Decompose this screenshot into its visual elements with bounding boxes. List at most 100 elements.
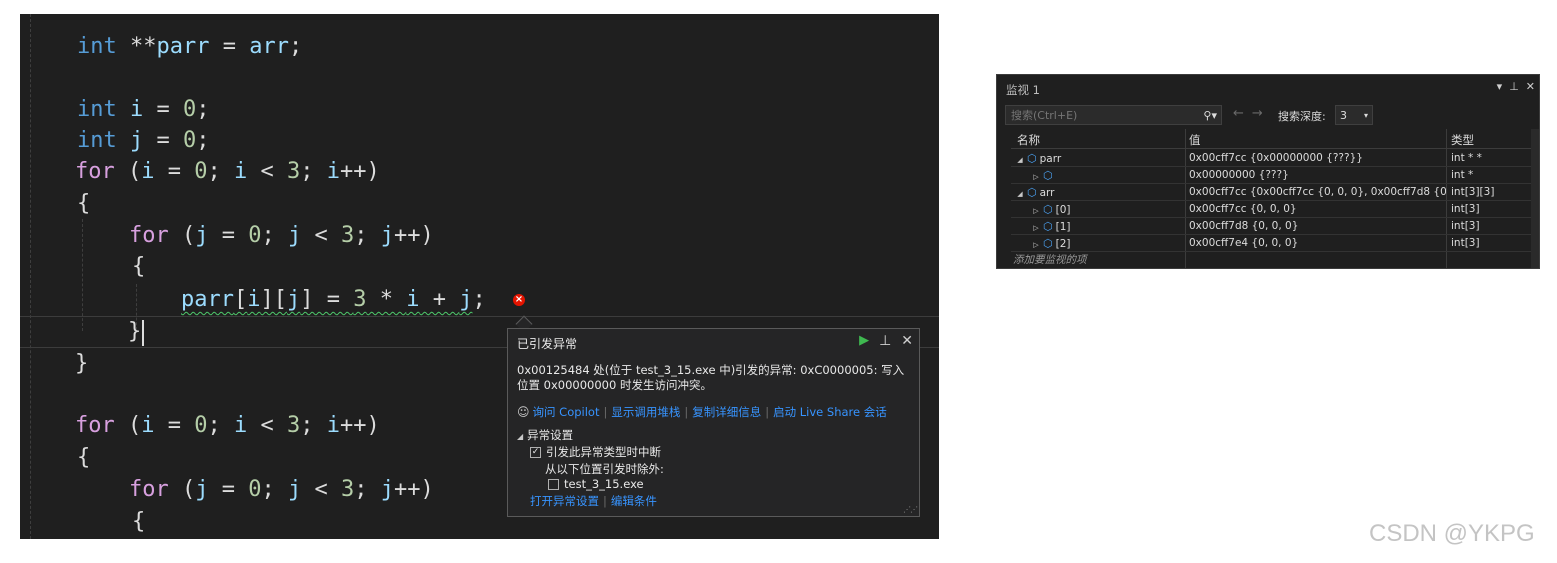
- watch-cell-value[interactable]: 0x00cff7cc {0x00cff7cc {0, 0, 0}, 0x00cf…: [1189, 185, 1446, 200]
- code-token: 3: [287, 159, 301, 184]
- code-token: 3: [287, 413, 301, 438]
- code-token: =: [154, 413, 195, 438]
- watch-search[interactable]: ⚲▾: [1005, 105, 1222, 125]
- code-line[interactable]: {: [77, 442, 90, 474]
- collapse-triangle-icon[interactable]: ◢: [517, 432, 523, 441]
- code-token: *: [366, 287, 407, 312]
- dropdown-icon[interactable]: ▾: [1497, 80, 1503, 93]
- code-editor[interactable]: int **parr = arr; int i = 0; int j = 0; for…: [20, 14, 939, 539]
- chevron-down-icon: ▾: [1363, 110, 1368, 120]
- variable-icon: ⬡: [1043, 203, 1053, 216]
- open-exception-settings-link[interactable]: 打开异常设置: [530, 493, 599, 509]
- code-token: (: [114, 413, 142, 438]
- watch-window-controls: ▾ ⊥ ✕: [1497, 80, 1535, 93]
- code-line[interactable]: parr[i][j] = 3 * i + j;: [181, 284, 486, 316]
- watch-row[interactable]: ▷ ⬡ [2] 0x00cff7e4 {0, 0, 0} int[3]: [1011, 235, 1533, 252]
- resize-grip-icon[interactable]: ⋰⋰: [903, 505, 918, 514]
- watch-row[interactable]: ▷ ⬡ [1] 0x00cff7d8 {0, 0, 0} int[3]: [1011, 218, 1533, 235]
- watch-window[interactable]: 监视 1 ▾ ⊥ ✕ ⚲▾ ← → 搜索深度: 3 ▾ 名称 值 类型 ◢⬡pa…: [996, 74, 1540, 269]
- code-token: int: [77, 128, 117, 153]
- watch-cell-name: ◢ ⬡ arr: [1011, 185, 1183, 202]
- code-line[interactable]: for (j = 0; j < 3; j++): [129, 220, 434, 252]
- arrow-right-icon[interactable]: →: [1252, 106, 1263, 121]
- watch-cell-value[interactable]: 0x00cff7cc {0x00000000 {???}}: [1189, 151, 1446, 166]
- break-checkbox[interactable]: ✓: [530, 446, 541, 458]
- break-on-exception-row[interactable]: ✓ 引发此异常类型时中断: [530, 444, 661, 460]
- watch-cell-value[interactable]: 0x00cff7e4 {0, 0, 0}: [1189, 236, 1446, 251]
- code-token: 3: [353, 287, 367, 312]
- column-header-value[interactable]: 值: [1189, 132, 1201, 148]
- code-token: int: [77, 97, 117, 122]
- pin-icon[interactable]: ⊥: [1509, 80, 1519, 93]
- continue-play-icon[interactable]: ▶: [859, 333, 869, 349]
- code-token: j: [288, 477, 302, 502]
- watch-cell-type: int * *: [1451, 152, 1482, 164]
- variable-icon: ⬡: [1027, 186, 1037, 199]
- close-icon[interactable]: ✕: [1526, 80, 1535, 93]
- ask-copilot-link[interactable]: 询问 Copilot: [533, 404, 600, 420]
- watch-cell-type: int[3][3]: [1451, 186, 1495, 198]
- edit-conditions-link[interactable]: 编辑条件: [611, 493, 657, 509]
- exception-settings-header[interactable]: ◢ 异常设置: [517, 427, 573, 443]
- code-line[interactable]: }: [128, 316, 141, 348]
- expand-triangle-icon[interactable]: ▷: [1031, 238, 1041, 253]
- watch-search-input[interactable]: [1011, 108, 1191, 122]
- watch-row[interactable]: ◢ ⬡ parr 0x00cff7cc {0x00000000 {???}} int *…: [1011, 150, 1533, 167]
- show-call-stack-link[interactable]: 显示调用堆栈: [611, 404, 680, 420]
- column-header-type[interactable]: 类型: [1451, 132, 1474, 148]
- code-token: <: [301, 223, 341, 248]
- exe-checkbox[interactable]: [548, 478, 559, 490]
- watch-row[interactable]: ▷ ⬡ [0] 0x00cff7cc {0, 0, 0} int[3]: [1011, 201, 1533, 218]
- code-line[interactable]: int j = 0;: [77, 125, 210, 157]
- search-icon[interactable]: ⚲▾: [1203, 109, 1217, 122]
- code-line[interactable]: for (i = 0; i < 3; i++): [75, 156, 380, 188]
- code-token: parr: [181, 287, 234, 312]
- exe-exception-row[interactable]: test_3_15.exe: [548, 477, 644, 491]
- code-line[interactable]: for (j = 0; j < 3; j++): [129, 474, 434, 506]
- code-token: j: [380, 477, 394, 502]
- code-line[interactable]: int i = 0;: [77, 94, 210, 126]
- exception-message: 0x00125484 处(位于 test_3_15.exe 中)引发的异常: 0…: [517, 363, 905, 392]
- watch-cell-name: ▷ ⬡ [2]: [1011, 236, 1183, 253]
- code-line[interactable]: }: [75, 348, 88, 380]
- pin-icon[interactable]: ⊥: [879, 333, 891, 349]
- code-token: j: [288, 223, 302, 248]
- expand-triangle-icon[interactable]: ▷: [1031, 204, 1041, 219]
- code-line[interactable]: for (i = 0; i < 3; i++): [75, 410, 380, 442]
- settings-links: 打开异常设置 | 编辑条件: [530, 493, 657, 509]
- column-header-name[interactable]: 名称: [1017, 132, 1040, 148]
- collapse-triangle-icon[interactable]: ◢: [1015, 187, 1025, 202]
- code-line[interactable]: {: [77, 188, 90, 220]
- code-token: ] =: [300, 287, 354, 312]
- add-watch-row[interactable]: 添加要监视的项: [1011, 252, 1533, 268]
- code-token: (: [168, 223, 196, 248]
- expand-triangle-icon[interactable]: ▷: [1031, 221, 1041, 236]
- watch-cell-value[interactable]: 0x00000000 {???}: [1189, 168, 1446, 183]
- except-from-label: 从以下位置引发时除外:: [545, 462, 664, 476]
- code-token: for: [129, 477, 169, 502]
- code-token: j: [195, 477, 209, 502]
- close-icon[interactable]: ✕: [901, 333, 913, 349]
- code-line[interactable]: {: [132, 251, 145, 283]
- code-line[interactable]: {: [132, 506, 145, 538]
- live-share-link[interactable]: 启动 Live Share 会话: [773, 404, 887, 420]
- expand-triangle-icon[interactable]: ▷: [1031, 170, 1041, 185]
- code-token: ;: [207, 413, 234, 438]
- watch-cell-type: int *: [1451, 169, 1474, 181]
- watch-cell-value[interactable]: 0x00cff7cc {0, 0, 0}: [1189, 202, 1446, 217]
- collapse-triangle-icon[interactable]: ◢: [1015, 153, 1025, 168]
- watch-row[interactable]: ◢ ⬡ arr 0x00cff7cc {0x00cff7cc {0, 0, 0}, 0…: [1011, 184, 1533, 201]
- vertical-scrollbar[interactable]: [1531, 129, 1539, 268]
- arrow-left-icon[interactable]: ←: [1233, 106, 1244, 121]
- code-token: =: [143, 97, 183, 122]
- search-depth-select[interactable]: 3 ▾: [1335, 105, 1373, 125]
- variable-icon: ⬡: [1043, 220, 1053, 233]
- exception-popup[interactable]: 已引发异常 ▶ ⊥ ✕ 0x00125484 处(位于 test_3_15.ex…: [507, 328, 920, 517]
- watch-cell-type: int[3]: [1451, 220, 1480, 232]
- code-line[interactable]: int **parr = arr;: [77, 31, 302, 63]
- copy-details-link[interactable]: 复制详细信息: [692, 404, 761, 420]
- watch-cell-value[interactable]: 0x00cff7d8 {0, 0, 0}: [1189, 219, 1446, 234]
- error-icon[interactable]: ×: [513, 294, 525, 306]
- watch-row[interactable]: ▷ ⬡ 0x00000000 {???} int *: [1011, 167, 1533, 184]
